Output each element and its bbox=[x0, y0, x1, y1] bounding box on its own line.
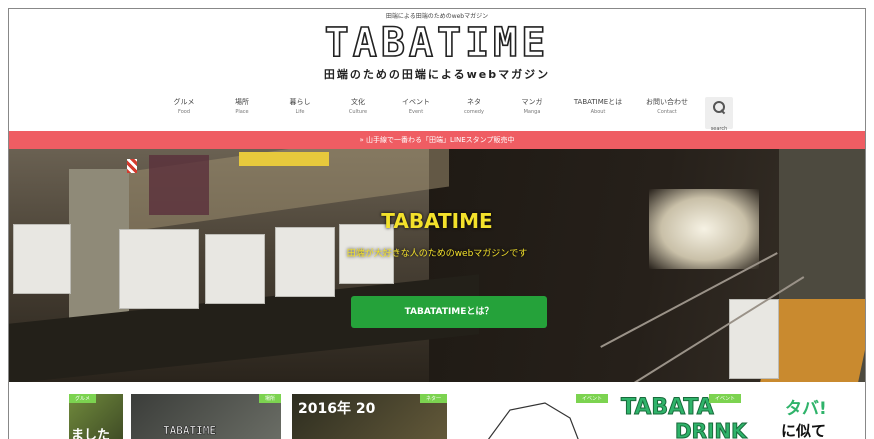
line-stamp-banner[interactable]: » 山手線で一番わる「田端」LINEスタンプ販売中 bbox=[9, 131, 865, 149]
nav-item-sublabel: Life bbox=[295, 109, 305, 115]
card-text: に似て bbox=[781, 422, 827, 439]
nav-item-contact[interactable]: お問い合わせ Contact bbox=[637, 97, 697, 117]
category-tag: 場所 bbox=[258, 394, 281, 403]
hero-bg-gate bbox=[13, 224, 71, 294]
nav-item-label: 場所 bbox=[235, 98, 249, 106]
nav-item-about[interactable]: TABATIMEとは About bbox=[563, 97, 633, 117]
category-tag: ネタ一 bbox=[419, 394, 447, 403]
nav-item-label: 暮らし bbox=[289, 98, 311, 106]
hero-subtitle: 田端が大好きな人のためのwebマガジンです bbox=[346, 249, 528, 259]
nav-item-label: イベント bbox=[402, 98, 430, 106]
nav-item-sublabel: Food bbox=[178, 109, 190, 115]
search-icon bbox=[713, 101, 725, 113]
nav-item-comedy[interactable]: ネタ comedy bbox=[447, 97, 501, 117]
site-logo-subtitle: 田端のための田端によるwebマガジン bbox=[323, 68, 551, 81]
site-tagline: 田端による田端のためのwebマガジン bbox=[385, 13, 489, 20]
nav-item-food[interactable]: グルメ Food bbox=[157, 97, 211, 117]
page: 田端による田端のためのwebマガジン TABATIME 田端のための田端によるw… bbox=[8, 8, 866, 439]
article-cards: グルメ ました 場所 TABATIME ネタ一 2016年 20 イベント TA… bbox=[9, 394, 865, 439]
nav-item-sublabel: comedy bbox=[464, 109, 484, 115]
card-text: ました bbox=[71, 428, 111, 439]
article-card[interactable]: イベント bbox=[455, 394, 610, 439]
hero-bg-gate bbox=[205, 234, 265, 304]
article-card[interactable]: 場所 TABATIME bbox=[131, 394, 281, 439]
nav-item-manga[interactable]: マンガ Manga bbox=[505, 97, 559, 117]
nav-item-sublabel: Event bbox=[408, 109, 424, 115]
main-nav: グルメ Food 場所 Place 暮らし Life 文化 Culture イベ… bbox=[157, 97, 733, 132]
nav-item-sublabel: About bbox=[590, 109, 606, 115]
nav-item-place[interactable]: 場所 Place bbox=[215, 97, 269, 117]
card-text: TABATIME bbox=[163, 424, 217, 438]
hero-title: TABATIME bbox=[381, 209, 493, 233]
card-text: DRINK bbox=[675, 419, 748, 439]
article-card[interactable]: グルメ ました bbox=[69, 394, 123, 439]
nav-item-label: 文化 bbox=[351, 98, 365, 106]
category-tag: グルメ bbox=[69, 394, 97, 403]
card-illustration bbox=[487, 402, 579, 439]
article-card[interactable]: TABATA DRINK イベント bbox=[615, 394, 775, 439]
hero-bg-poster bbox=[149, 155, 209, 215]
site-logo[interactable]: TABATIME bbox=[9, 20, 865, 66]
nav-item-label: TABATIMEとは bbox=[573, 98, 623, 106]
nav-item-sublabel: Culture bbox=[348, 109, 368, 115]
search-button[interactable]: search bbox=[705, 97, 733, 132]
nav-item-label: グルメ bbox=[173, 98, 195, 106]
nav-item-sublabel: Place bbox=[235, 109, 249, 115]
hero-bg-gate bbox=[275, 227, 335, 297]
nav-item-sublabel: Manga bbox=[523, 109, 541, 115]
card-text: TABATA bbox=[621, 395, 715, 421]
nav-item-sublabel: Contact bbox=[657, 109, 677, 115]
card-text: タバ! bbox=[785, 399, 827, 419]
about-button[interactable]: TABATATIMEとは？ bbox=[351, 296, 547, 328]
article-card[interactable]: タバ! に似て bbox=[779, 394, 865, 439]
category-tag: イベント bbox=[708, 394, 741, 403]
hero-bg-stripe bbox=[127, 159, 137, 173]
article-card[interactable]: ネタ一 2016年 20 bbox=[292, 394, 447, 439]
nav-item-event[interactable]: イベント Event bbox=[389, 97, 443, 117]
hero-bg-gate bbox=[729, 299, 779, 379]
nav-item-label: お問い合わせ bbox=[646, 98, 688, 106]
nav-item-culture[interactable]: 文化 Culture bbox=[331, 97, 385, 117]
card-text: 2016年 20 bbox=[298, 401, 376, 417]
nav-item-label: ネタ bbox=[467, 98, 481, 106]
category-tag: イベント bbox=[575, 394, 608, 403]
nav-item-label: マンガ bbox=[521, 98, 543, 106]
hero-bg-sign bbox=[239, 152, 329, 166]
hero-bg-gate bbox=[119, 229, 199, 309]
hero-section: TABATIME 田端が大好きな人のためのwebマガジンです TABATATIM… bbox=[9, 149, 865, 382]
nav-item-life[interactable]: 暮らし Life bbox=[273, 97, 327, 117]
